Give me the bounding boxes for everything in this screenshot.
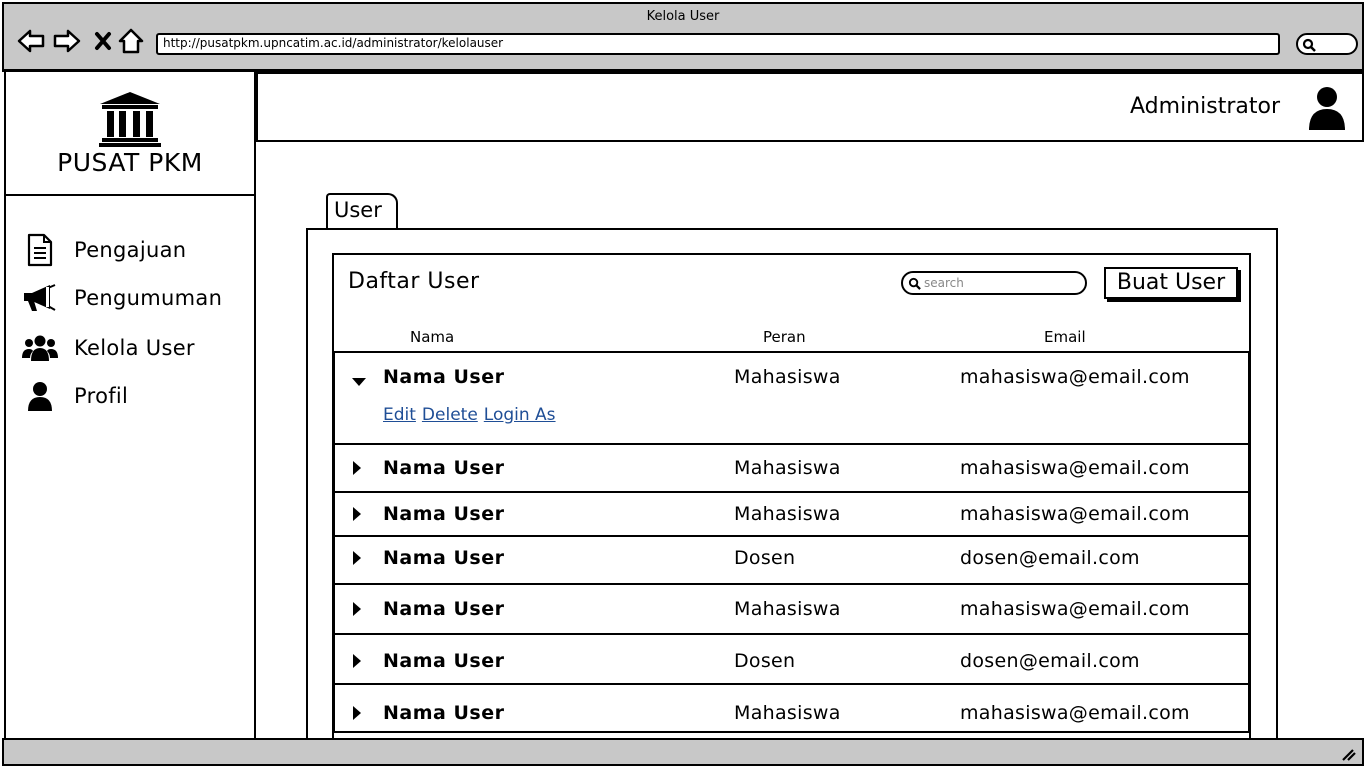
row-email: dosen@email.com (960, 650, 1140, 672)
chevron-down-icon[interactable] (351, 373, 367, 392)
search-icon (908, 277, 921, 290)
close-icon[interactable] (88, 26, 118, 56)
chevron-right-icon[interactable] (351, 506, 363, 526)
url-input[interactable]: http://pusatpkm.upncatim.ac.id/administr… (156, 33, 1280, 55)
current-user-name[interactable]: Administrator (1130, 94, 1280, 119)
row-name: Nama User (383, 547, 505, 569)
top-header: Administrator (256, 72, 1364, 142)
document-icon (20, 233, 60, 267)
row-name: Nama User (383, 503, 505, 525)
chevron-right-icon[interactable] (351, 653, 363, 673)
row-role: Dosen (734, 547, 796, 569)
row-actions: Edit Delete Login As (383, 405, 562, 425)
forward-icon[interactable] (52, 26, 82, 56)
browser-toolbar: Kelola User http://pusatpkm.upncatim.ac.… (2, 2, 1364, 72)
browser-search-input[interactable] (1296, 33, 1358, 55)
row-role: Dosen (734, 650, 796, 672)
table-row[interactable]: Nama User Mahasiswa mahasiswa@email.com (334, 443, 1249, 493)
table-row[interactable]: Nama User Mahasiswa mahasiswa@email.com (334, 491, 1249, 537)
chevron-right-icon[interactable] (351, 601, 363, 621)
table-row[interactable]: Nama User Mahasiswa mahasiswa@email.com (334, 683, 1249, 733)
row-email: mahasiswa@email.com (960, 702, 1190, 724)
sidebar-item-profil[interactable]: Profil (20, 376, 250, 416)
row-name: Nama User (383, 598, 505, 620)
table-row[interactable]: Nama User Mahasiswa mahasiswa@email.com (334, 583, 1249, 635)
row-role: Mahasiswa (734, 503, 841, 525)
sidebar: PUSAT PKM Pengajuan Pengumuman Kelola Us… (4, 72, 256, 740)
sidebar-item-pengajuan[interactable]: Pengajuan (20, 230, 250, 270)
row-name: Nama User (383, 457, 505, 479)
row-role: Mahasiswa (734, 366, 841, 388)
row-email: dosen@email.com (960, 547, 1140, 569)
sidebar-item-label: Pengumuman (74, 286, 223, 310)
user-icon (20, 381, 60, 411)
chevron-right-icon[interactable] (351, 550, 363, 570)
row-email: mahasiswa@email.com (960, 503, 1190, 525)
column-header-email[interactable]: Email (1044, 328, 1086, 346)
list-title: Daftar User (348, 269, 480, 294)
row-role: Mahasiswa (734, 702, 841, 724)
row-role: Mahasiswa (734, 598, 841, 620)
home-icon[interactable] (116, 26, 146, 56)
sidebar-item-label: Profil (74, 384, 129, 408)
row-role: Mahasiswa (734, 457, 841, 479)
row-name: Nama User (383, 366, 505, 388)
sidebar-item-label: Kelola User (74, 336, 195, 360)
user-list-card: Daftar User search Buat User Nama Peran … (332, 253, 1251, 743)
building-logo-icon (6, 90, 254, 152)
window-title: Kelola User (646, 9, 720, 24)
status-bar (2, 738, 1364, 766)
row-email: mahasiswa@email.com (960, 366, 1190, 388)
delete-link[interactable]: Delete (422, 405, 478, 425)
resize-handle-icon[interactable] (1340, 746, 1356, 765)
chevron-right-icon[interactable] (351, 460, 363, 480)
brand-name: PUSAT PKM (57, 148, 203, 177)
create-user-button[interactable]: Buat User (1104, 267, 1238, 299)
back-icon[interactable] (16, 26, 46, 56)
table-row[interactable]: Nama User Dosen dosen@email.com (334, 633, 1249, 685)
column-header-nama[interactable]: Nama (410, 328, 454, 346)
avatar-icon[interactable] (1308, 86, 1346, 134)
tab-user[interactable]: User (326, 193, 398, 229)
search-icon (1302, 38, 1316, 52)
edit-link[interactable]: Edit (383, 405, 416, 425)
row-email: mahasiswa@email.com (960, 457, 1190, 479)
sidebar-item-kelola-user[interactable]: Kelola User (20, 328, 250, 368)
column-header-peran[interactable]: Peran (763, 328, 806, 346)
search-placeholder: search (924, 276, 964, 290)
search-input[interactable]: search (901, 271, 1087, 295)
row-name: Nama User (383, 702, 505, 724)
table-row[interactable]: Nama User Dosen dosen@email.com (334, 535, 1249, 585)
login-as-link[interactable]: Login As (484, 405, 556, 425)
sidebar-item-pengumuman[interactable]: Pengumuman (20, 278, 250, 318)
sidebar-divider (6, 194, 256, 196)
table-row-expanded[interactable]: Nama User Mahasiswa mahasiswa@email.com … (334, 351, 1249, 445)
row-email: mahasiswa@email.com (960, 598, 1190, 620)
chevron-right-icon[interactable] (351, 705, 363, 725)
megaphone-icon (20, 283, 60, 313)
row-name: Nama User (383, 650, 505, 672)
users-icon (20, 334, 60, 362)
sidebar-item-label: Pengajuan (74, 238, 187, 262)
